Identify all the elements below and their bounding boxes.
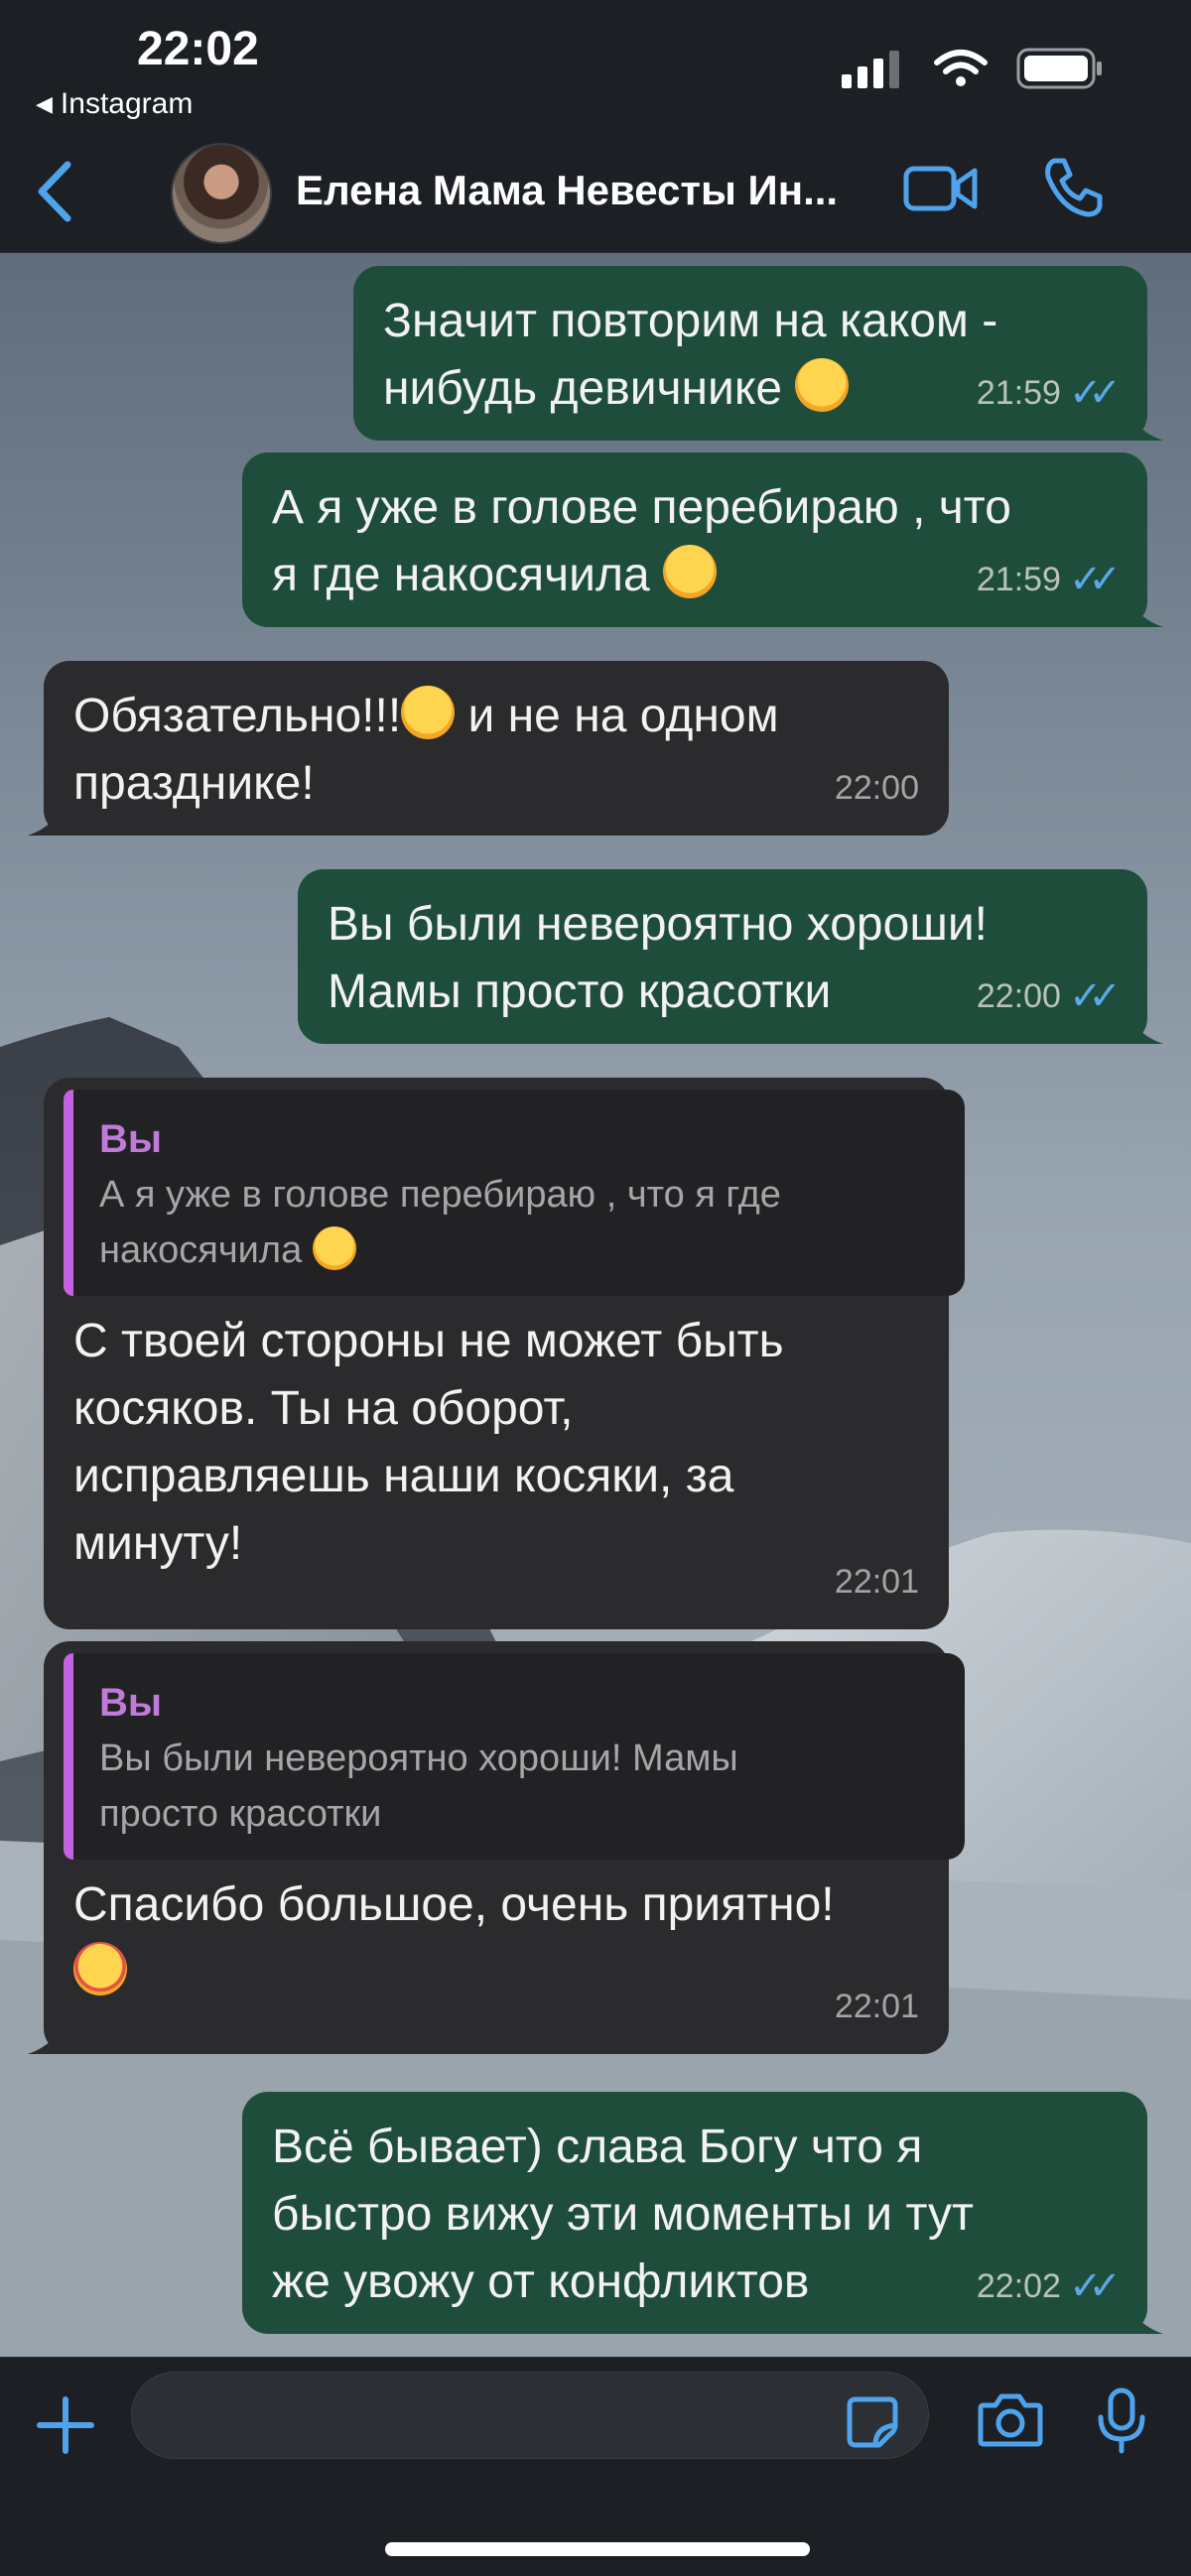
plus-icon[interactable]: [36, 2395, 95, 2455]
quoted-message[interactable]: Вы Вы были невероятно хороши! Мамы прост…: [64, 1653, 965, 1860]
quote-author: Вы: [99, 1681, 163, 1725]
message-text: исправляешь наши косяки, за: [73, 1450, 734, 1502]
message-outgoing[interactable]: Вы были невероятно хороши! Мамы просто к…: [298, 869, 1163, 1044]
joy-emoji-icon: [795, 358, 850, 412]
message-meta: 22:01: [835, 1973, 919, 2040]
status-bar: 22:02 ◀ Instagram: [0, 0, 1191, 139]
bubble-tail: [28, 2014, 67, 2054]
quote-text: А я уже в голове перебираю , что я где: [99, 1174, 781, 1216]
signal-icon: [842, 51, 899, 88]
message-time: 21:59: [976, 374, 1061, 412]
status-time: 22:02: [137, 23, 259, 75]
composer-bar: [0, 2357, 1191, 2576]
contact-name[interactable]: Елена Мама Невесты Ин...: [296, 167, 838, 214]
quoted-message[interactable]: Вы А я уже в голове перебираю , что я гд…: [64, 1090, 965, 1296]
message-time: 22:01: [834, 1563, 919, 1601]
message-meta: 22:02 ✓✓: [976, 2253, 1122, 2320]
chevron-left-icon[interactable]: [30, 157, 79, 226]
wifi-icon: [934, 50, 988, 86]
message-text: А я уже в голове перебираю , что: [272, 481, 1011, 534]
chat-header: Елена Мама Невесты Ин...: [0, 139, 1191, 253]
battery-icon: [1016, 48, 1102, 89]
message-text: празднике!: [73, 757, 315, 810]
message-input[interactable]: [132, 2373, 928, 2458]
contact-avatar[interactable]: [171, 143, 272, 244]
back-app-label: Instagram: [60, 87, 194, 120]
camera-icon[interactable]: [978, 2391, 1043, 2447]
message-text: минуту!: [73, 1517, 243, 1570]
message-time: 21:59: [976, 561, 1061, 598]
joy-emoji-icon: [663, 545, 718, 598]
bubble-tail: [1124, 401, 1163, 441]
back-triangle-icon: ◀: [36, 91, 53, 116]
message-time: 22:00: [834, 769, 919, 807]
double-check-icon: ✓✓: [1068, 974, 1122, 1018]
video-camera-icon[interactable]: [903, 163, 979, 214]
smiling-hearts-emoji-icon: [73, 1942, 127, 1996]
message-text: Значит повторим на каком -: [383, 295, 998, 347]
quote-author: Вы: [99, 1117, 163, 1161]
message-text: С твоей стороны не может быть: [73, 1315, 784, 1367]
double-check-icon: ✓✓: [1068, 371, 1122, 415]
message-text: быстро вижу эти моменты и тут: [272, 2188, 974, 2241]
microphone-icon[interactable]: [1096, 2387, 1147, 2455]
quote-text: просто красотки: [99, 1793, 382, 1835]
phone-icon[interactable]: [1042, 157, 1104, 218]
message-meta: 21:59 ✓✓: [976, 546, 1122, 613]
message-text: косяков. Ты на оборот,: [73, 1382, 574, 1435]
message-time: 22:02: [976, 2267, 1061, 2305]
double-check-icon: ✓✓: [1068, 2264, 1122, 2308]
message-incoming[interactable]: Обязательно!!! и не на одном празднике! …: [28, 661, 949, 836]
message-text: Всё бывает) слава Богу что я: [272, 2121, 923, 2173]
message-incoming-reply[interactable]: Вы А я уже в голове перебираю , что я гд…: [44, 1078, 965, 1629]
kiss-emoji-icon: [401, 686, 456, 739]
bubble-tail: [1124, 1004, 1163, 1044]
joy-emoji-icon: [312, 1226, 356, 1270]
double-check-icon: ✓✓: [1068, 558, 1122, 601]
message-text: Вы были невероятно хороши!: [328, 898, 988, 951]
message-outgoing[interactable]: Значит повторим на каком - нибудь девичн…: [353, 266, 1163, 441]
back-to-app-link[interactable]: ◀ Instagram: [36, 87, 193, 121]
message-outgoing[interactable]: А я уже в голове перебираю , что я где н…: [242, 452, 1163, 627]
status-icons: [842, 48, 1104, 89]
message-outgoing[interactable]: Всё бывает) слава Богу что я быстро вижу…: [242, 2092, 1163, 2334]
message-text: [73, 1939, 921, 2006]
quote-text: Вы были невероятно хороши! Мамы: [99, 1738, 738, 1779]
message-text: Обязательно!!! и не на одном: [73, 683, 921, 750]
message-time: 22:01: [834, 1988, 919, 2025]
message-input-container[interactable]: [131, 2372, 929, 2459]
message-time: 22:00: [976, 977, 1061, 1015]
bubble-tail: [1124, 2294, 1163, 2334]
message-meta: 22:00 ✓✓: [976, 963, 1122, 1030]
sticker-icon[interactable]: [846, 2395, 899, 2449]
message-incoming-reply[interactable]: Вы Вы были невероятно хороши! Мамы прост…: [28, 1641, 965, 2054]
bubble-tail: [28, 796, 67, 836]
message-meta: 22:01: [835, 1548, 919, 1615]
message-meta: 21:59 ✓✓: [976, 359, 1122, 427]
quote-text: накосячила: [99, 1223, 941, 1278]
message-meta: 22:00: [835, 754, 919, 822]
message-text: Спасибо большое, очень приятно!: [73, 1878, 835, 1931]
bubble-tail: [1124, 587, 1163, 627]
home-indicator[interactable]: [385, 2542, 810, 2556]
